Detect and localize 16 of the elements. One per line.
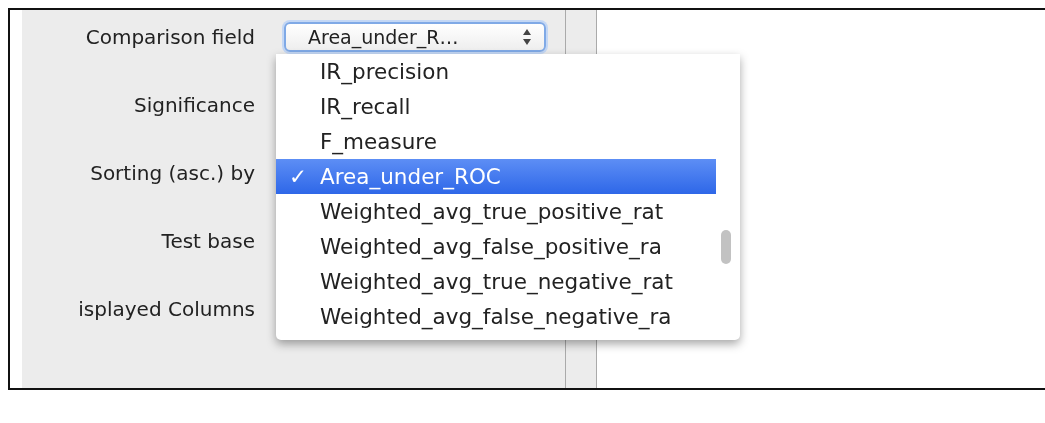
dropdown-item[interactable]: F_measure [276, 124, 716, 159]
dropdown-item[interactable]: IR_recall [276, 89, 716, 124]
field-label: Comparison field [84, 25, 255, 49]
dropdown-item[interactable]: Weighted_avg_false_negative_ra [276, 299, 716, 334]
scrollbar-thumb[interactable] [721, 230, 731, 264]
dropdown-item[interactable]: ✓ Area_under_ROC [276, 159, 716, 194]
stepper-icon [522, 28, 532, 46]
dropdown-item[interactable]: Weighted_avg_true_negative_rat [276, 264, 716, 299]
dropdown-item[interactable]: Weighted_avg_false_positive_ra [276, 229, 716, 264]
field-label: Test base [160, 229, 255, 253]
field-label: Significance [133, 93, 255, 117]
dropdown-item[interactable]: IR_precision [276, 54, 716, 89]
dropdown-item[interactable]: Weighted_avg_true_positive_rat [276, 194, 716, 229]
field-label: Sorting (asc.) by [89, 161, 255, 185]
comparison-field-select[interactable]: Area_under_R… [284, 22, 546, 52]
field-label: isplayed Columns [77, 297, 255, 321]
